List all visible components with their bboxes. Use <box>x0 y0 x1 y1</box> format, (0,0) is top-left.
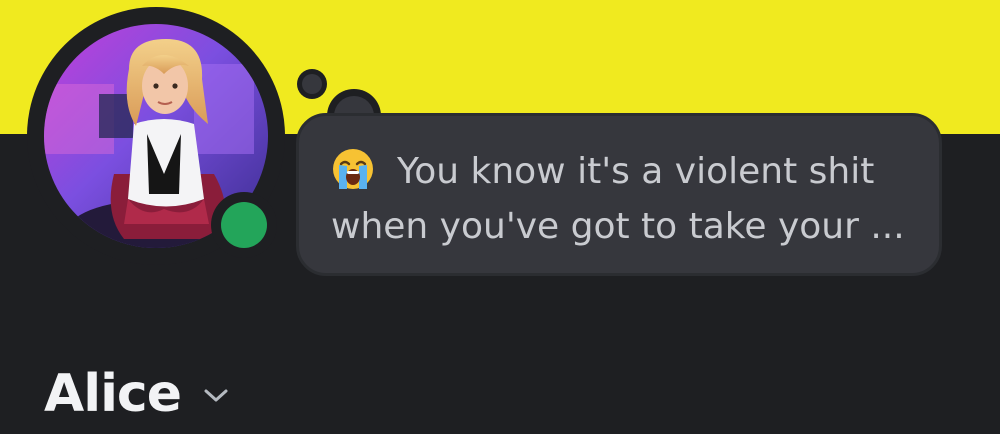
custom-status-text-2: when you've got to take your ... <box>331 206 905 247</box>
custom-status-text-1: You know it's a violent shit <box>397 151 875 192</box>
username-row[interactable]: Alice <box>44 364 229 424</box>
custom-status-bubble[interactable]: You know it's a violent shit when you've… <box>296 113 942 276</box>
thought-bubble-dot-small <box>297 69 327 99</box>
profile-card: You know it's a violent shit when you've… <box>0 0 1000 434</box>
loudly-crying-face-icon <box>333 149 373 189</box>
custom-status-line-1: You know it's a violent shit <box>331 144 909 199</box>
username: Alice <box>44 364 182 424</box>
online-status-icon <box>221 202 267 248</box>
chevron-down-icon[interactable] <box>203 388 229 404</box>
